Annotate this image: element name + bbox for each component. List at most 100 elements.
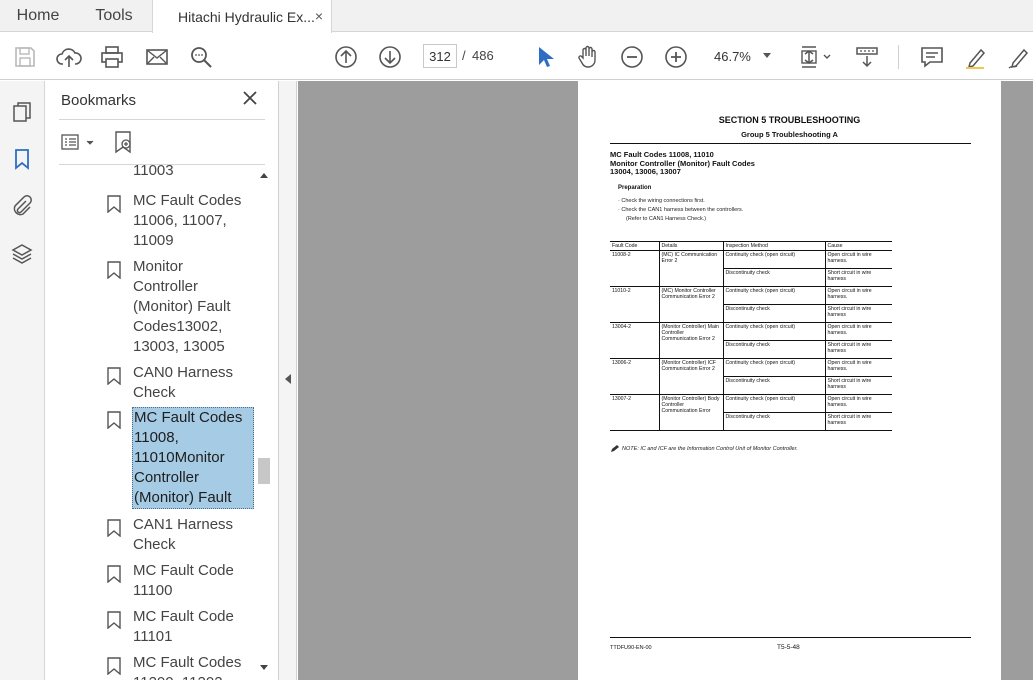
page-number-input[interactable] — [423, 44, 457, 68]
close-tab-icon[interactable]: × — [315, 8, 323, 24]
tab-home[interactable]: Home — [0, 0, 76, 32]
fault-code-cell: 13004-2 — [610, 322, 659, 359]
bookmarks-title: Bookmarks — [61, 92, 137, 109]
scroll-down-icon[interactable] — [260, 665, 268, 670]
cause-cell: Short circuit in wire harness — [824, 268, 892, 287]
bookmark-label: CAN0 Harness Check — [133, 364, 234, 401]
table-row: 11008-2 (MC) IC Communication Error 2 Cont… — [610, 250, 892, 287]
layers-icon[interactable] — [10, 242, 34, 266]
tab-tools[interactable]: Tools — [76, 0, 152, 32]
tab-bar: Home Tools Hitachi Hydraulic Ex... × — [0, 0, 1033, 33]
page-footer-number: T5-5-48 — [777, 644, 800, 651]
save-icon[interactable] — [12, 44, 38, 70]
document-viewer[interactable]: SECTION 5 TROUBLESHOOTING Group 5 Troubl… — [298, 81, 1033, 680]
email-icon[interactable] — [144, 44, 170, 70]
collapse-panel-icon[interactable] — [285, 374, 291, 384]
zoom-out-icon[interactable] — [619, 44, 645, 70]
preparation-step: · Check the wiring connections first. — [618, 198, 705, 204]
heading-line: 13004, 13006, 13007 — [610, 167, 681, 176]
inspection-method-cell: Continuity check (open circuit) — [722, 358, 825, 377]
fault-code-cell: 11010-2 — [610, 286, 659, 323]
fit-page-icon[interactable] — [799, 44, 835, 70]
column-header: Details — [658, 241, 723, 251]
fault-code-table: Fault Code Details Inspection Method Cau… — [610, 241, 892, 431]
bookmark-icon — [107, 657, 121, 675]
fault-table-body: 11008-2 (MC) IC Communication Error 2 Cont… — [610, 250, 892, 431]
note-text: NOTE: IC and ICF are the Information Con… — [622, 446, 798, 452]
bookmark-icon — [107, 195, 121, 213]
scroll-up-icon[interactable] — [260, 173, 268, 178]
print-icon[interactable] — [99, 44, 125, 70]
bookmark-icon — [107, 611, 121, 629]
bookmarks-scrollbar[interactable] — [257, 173, 271, 678]
new-bookmark-button[interactable] — [114, 130, 134, 154]
cause-cell: Open circuit in wire harness. — [824, 358, 892, 377]
preparation-step: (Refer to CAN1 Harness Check.) — [626, 216, 707, 222]
page-separator: / — [462, 48, 466, 63]
bookmark-label: MC Fault Code 11100 — [133, 562, 234, 599]
header-rule — [610, 143, 971, 144]
select-cursor-icon[interactable] — [532, 44, 558, 70]
details-cell: (MC) Monitor Controller Communication Er… — [658, 286, 723, 323]
cause-cell: Open circuit in wire harness. — [824, 250, 892, 269]
bookmark-options-button[interactable] — [61, 132, 97, 154]
bookmark-icon — [107, 565, 121, 583]
zoom-in-icon[interactable] — [663, 44, 689, 70]
document-code: TTDFU90-EN-00 — [610, 645, 652, 651]
bookmark-icon — [107, 519, 121, 537]
fault-code-cell: 13006-2 — [610, 358, 659, 395]
table-row: 11010-2 (MC) Monitor Controller Communica… — [610, 286, 892, 323]
zoom-dropdown[interactable]: 46.7% — [703, 44, 775, 68]
toolbar-divider — [898, 45, 899, 69]
inspection-method-cell: Discontinuity check — [722, 340, 825, 359]
bookmark-label: MC Fault Codes 11008, 11010Monitor Contr… — [132, 407, 254, 509]
page-total: 486 — [472, 48, 494, 63]
scroll-mode-icon[interactable] — [854, 44, 880, 70]
bookmark-label: MC Fault Code 11101 — [133, 608, 234, 645]
cause-cell: Open circuit in wire harness. — [824, 286, 892, 305]
column-header: Cause — [824, 241, 892, 251]
bookmarks-panel: Bookmarks 11003 MC Fault Codes 11006, 11… — [45, 81, 279, 680]
preparation-step: · Check the CAN1 harness between the con… — [618, 207, 744, 213]
fault-code-cell: 11008-2 — [610, 250, 659, 287]
tab-document[interactable]: Hitachi Hydraulic Ex... × — [152, 0, 332, 33]
cause-cell: Short circuit in wire harness — [824, 376, 892, 395]
attachments-icon[interactable] — [10, 194, 34, 218]
bookmark-icon — [107, 261, 121, 279]
inspection-method-cell: Continuity check (open circuit) — [722, 286, 825, 305]
bookmark-label: CAN1 Harness Check — [133, 516, 234, 553]
inspection-method-cell: Continuity check (open circuit) — [722, 322, 825, 341]
highlight-icon[interactable] — [963, 44, 989, 70]
thumbnails-icon[interactable] — [10, 100, 34, 124]
column-header: Fault Code — [610, 241, 659, 251]
section-title: SECTION 5 TROUBLESHOOTING — [718, 115, 861, 125]
bookmark-label: 11003 — [133, 165, 174, 179]
find-icon[interactable] — [188, 44, 214, 70]
panel-splitter[interactable] — [279, 81, 297, 680]
bookmarks-icon[interactable] — [10, 147, 34, 171]
cause-cell: Open circuit in wire harness. — [824, 322, 892, 341]
bookmark-icon — [107, 411, 121, 429]
pencil-icon — [611, 445, 619, 452]
scrollbar-thumb[interactable] — [258, 458, 270, 484]
zoom-value: 46.7% — [714, 48, 751, 64]
close-icon[interactable] — [242, 90, 258, 106]
table-row: 13007-2 (Monitor Controller) Body Control… — [610, 394, 892, 431]
panel-divider — [59, 119, 265, 120]
inspection-method-cell: Discontinuity check — [722, 376, 825, 395]
page-down-icon[interactable] — [377, 44, 403, 70]
cause-cell: Open circuit in wire harness. — [824, 394, 892, 413]
column-header: Inspection Method — [722, 241, 825, 251]
comment-icon[interactable] — [919, 44, 945, 70]
page-up-icon[interactable] — [333, 44, 359, 70]
hand-icon[interactable] — [575, 44, 601, 70]
preparation-title: Preparation — [618, 185, 652, 191]
bookmark-icon — [107, 367, 121, 385]
details-cell: (MC) IC Communication Error 2 — [658, 250, 723, 287]
bookmark-label: Monitor Controller (Monitor) Fault Codes… — [133, 258, 231, 355]
upload-icon[interactable] — [56, 44, 82, 70]
details-cell: (Monitor Controller) Main Controller Com… — [658, 322, 723, 359]
table-header-row: Fault Code Details Inspection Method Cau… — [610, 241, 892, 251]
sign-icon[interactable] — [1007, 44, 1033, 70]
tab-document-label: Hitachi Hydraulic Ex... — [178, 8, 315, 25]
